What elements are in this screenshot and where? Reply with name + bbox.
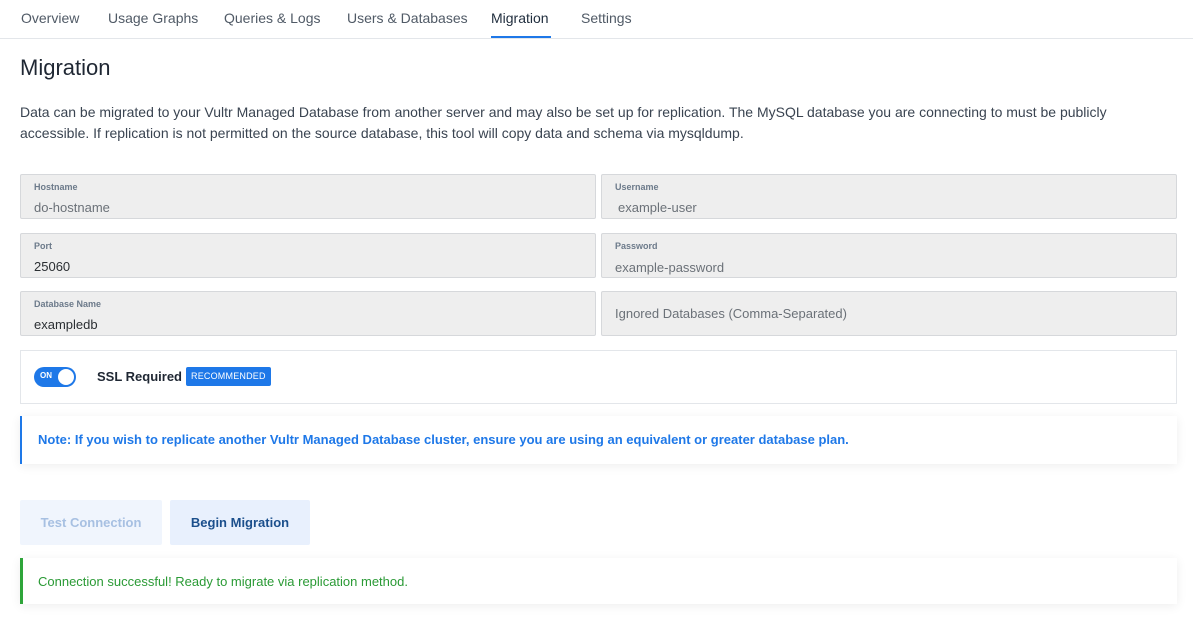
- tab-migration[interactable]: Migration: [491, 0, 551, 38]
- tab-usage-graphs[interactable]: Usage Graphs: [108, 0, 198, 38]
- toggle-knob: [58, 369, 74, 385]
- ssl-required-label: SSL Required: [97, 369, 183, 384]
- test-connection-button[interactable]: Test Connection: [20, 500, 162, 545]
- ignored-databases-field[interactable]: Ignored Databases (Comma-Separated): [601, 291, 1177, 336]
- plan-note: Note: If you wish to replicate another V…: [20, 416, 1177, 464]
- password-label: Password: [615, 241, 658, 251]
- username-field[interactable]: Username example-user: [601, 174, 1177, 219]
- toggle-state-label: ON: [40, 371, 52, 380]
- begin-migration-button[interactable]: Begin Migration: [170, 500, 310, 545]
- hostname-field[interactable]: Hostname do-hostname: [20, 174, 596, 219]
- migration-description: Data can be migrated to your Vultr Manag…: [20, 104, 1107, 141]
- ssl-toggle[interactable]: ON: [34, 367, 76, 387]
- database-name-field[interactable]: Database Name exampledb: [20, 291, 596, 336]
- ssl-option-card: ON SSL Required RECOMMENDED: [20, 350, 1177, 404]
- port-value: 25060: [34, 259, 71, 274]
- hostname-label: Hostname: [34, 182, 78, 192]
- database-name-label: Database Name: [34, 299, 102, 309]
- tab-users-databases[interactable]: Users & Databases: [347, 0, 468, 38]
- username-label: Username: [615, 182, 659, 192]
- tab-overview[interactable]: Overview: [21, 0, 79, 38]
- database-name-value: exampledb: [34, 317, 98, 332]
- tab-bar: Overview Usage Graphs Queries & Logs Use…: [0, 0, 1193, 39]
- port-label: Port: [34, 241, 52, 251]
- connection-status-alert: Connection successful! Ready to migrate …: [20, 558, 1177, 604]
- page-title: Migration: [20, 55, 111, 80]
- recommended-badge: RECOMMENDED: [186, 367, 271, 386]
- ignored-databases-placeholder: Ignored Databases (Comma-Separated): [615, 306, 847, 321]
- plan-note-text: Note: If you wish to replicate another V…: [38, 432, 849, 447]
- password-field[interactable]: Password example-password: [601, 233, 1177, 278]
- password-value: example-password: [615, 260, 725, 275]
- connection-status-text: Connection successful! Ready to migrate …: [38, 574, 408, 589]
- tab-queries-logs[interactable]: Queries & Logs: [224, 0, 321, 38]
- tab-settings[interactable]: Settings: [581, 0, 632, 38]
- port-field[interactable]: Port 25060: [20, 233, 596, 278]
- username-value: example-user: [618, 200, 697, 215]
- hostname-value: do-hostname: [34, 200, 110, 215]
